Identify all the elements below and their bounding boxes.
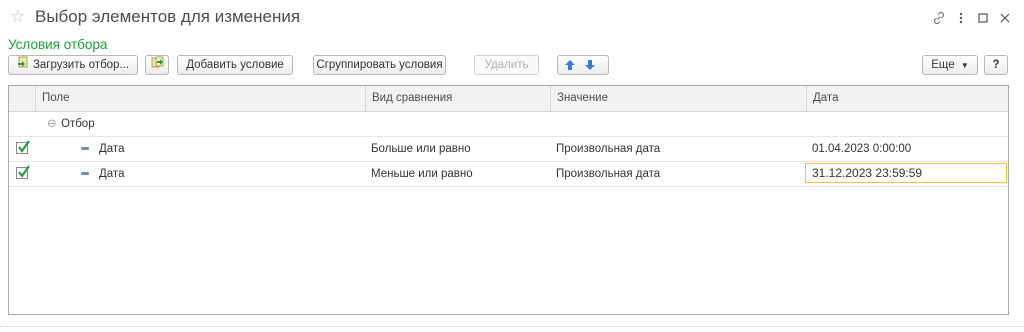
maximize-icon[interactable] — [972, 9, 994, 27]
field-cell: Дата — [81, 137, 124, 161]
help-button[interactable]: ? — [984, 55, 1008, 75]
value-cell[interactable]: Произвольная дата — [556, 137, 660, 161]
link-icon[interactable] — [928, 9, 950, 27]
value-cell[interactable]: Произвольная дата — [556, 162, 660, 186]
delete-button[interactable]: Удалить — [474, 55, 539, 75]
move-buttons-group — [557, 55, 609, 75]
table-row[interactable]: Дата Больше или равно Произвольная дата … — [9, 137, 1008, 162]
date-cell[interactable]: 01.04.2023 0:00:00 — [812, 137, 911, 161]
filter-conditions-label: Условия отбора — [8, 37, 108, 52]
field-label: Дата — [99, 168, 125, 180]
comparison-cell[interactable]: Больше или равно — [371, 137, 471, 161]
window-controls — [928, 9, 1016, 27]
group-conditions-button[interactable]: Сгруппировать условия — [313, 55, 446, 75]
toolbar: Загрузить отбор... Добавить условие Сгру… — [8, 55, 1010, 77]
header-value[interactable]: Значение — [550, 86, 806, 111]
more-label: Еще — [931, 59, 955, 71]
group-row[interactable]: ⊖ Отбор — [9, 112, 1008, 137]
table-row[interactable]: Дата Меньше или равно Произвольная дата … — [9, 162, 1008, 187]
date-input[interactable]: 31.12.2023 23:59:59 — [805, 163, 1007, 183]
collapse-icon[interactable]: ⊖ — [47, 112, 57, 136]
title-bar: ☆ Выбор элементов для изменения — [0, 0, 1024, 34]
move-down-icon[interactable] — [584, 59, 596, 77]
bottom-divider — [0, 326, 1024, 327]
load-filter-label: Загрузить отбор... — [32, 59, 130, 72]
more-button[interactable]: Еще ▼ — [922, 55, 978, 75]
more-menu-icon[interactable] — [950, 9, 972, 27]
save-filter-button[interactable] — [145, 55, 169, 75]
header-comparison[interactable]: Вид сравнения — [365, 86, 550, 111]
chevron-down-icon: ▼ — [960, 61, 969, 70]
field-dash-icon — [81, 147, 89, 151]
field-dash-icon — [81, 172, 89, 176]
header-check-column — [9, 86, 35, 111]
move-up-icon[interactable] — [564, 59, 576, 77]
field-label: Дата — [99, 143, 125, 155]
group-label: Отбор — [61, 118, 95, 130]
header-date[interactable]: Дата — [806, 86, 1008, 111]
load-filter-button[interactable]: Загрузить отбор... — [8, 55, 138, 75]
row-checkbox[interactable] — [16, 140, 30, 154]
window-title: Выбор элементов для изменения — [35, 7, 301, 26]
save-filter-icon — [151, 56, 164, 75]
row-checkbox[interactable] — [16, 165, 30, 179]
comparison-cell[interactable]: Меньше или равно — [371, 162, 473, 186]
table-header: Поле Вид сравнения Значение Дата — [9, 86, 1008, 112]
conditions-table: Поле Вид сравнения Значение Дата ⊖ Отбор… — [8, 85, 1009, 315]
close-icon[interactable] — [994, 9, 1016, 27]
load-filter-icon — [17, 56, 29, 74]
favorite-star-icon[interactable]: ☆ — [10, 7, 25, 27]
add-condition-button[interactable]: Добавить условие — [177, 55, 293, 75]
field-cell: Дата — [81, 162, 124, 186]
header-field[interactable]: Поле — [35, 86, 365, 111]
